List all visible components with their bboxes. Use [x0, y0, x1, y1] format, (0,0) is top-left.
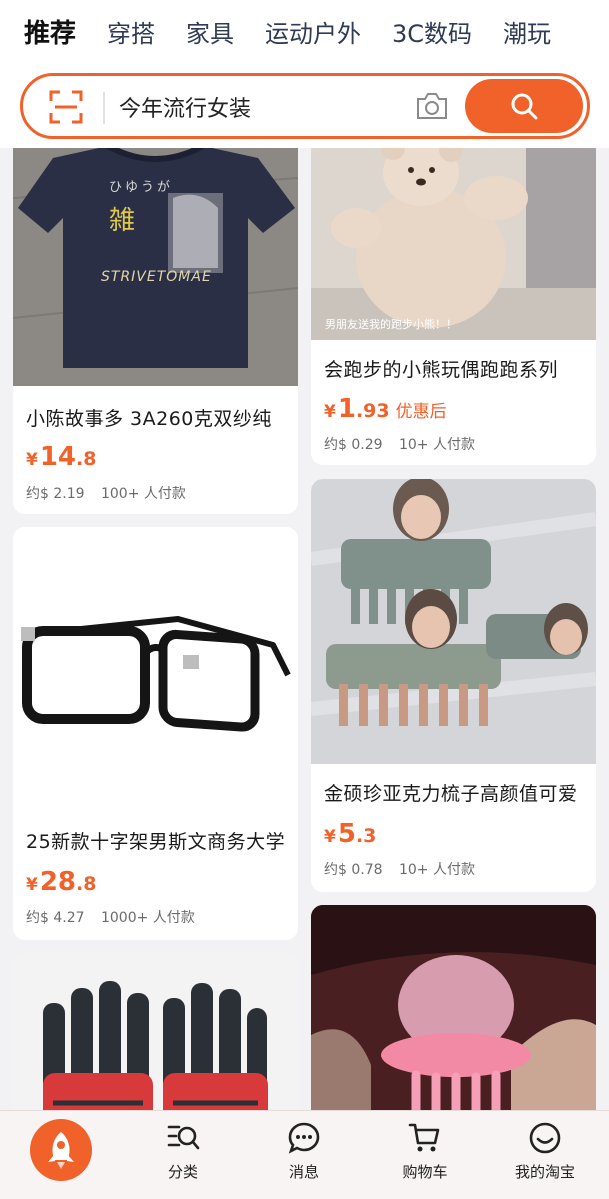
tshirt-print-kanji: 雑: [109, 206, 136, 236]
product-meta: 约$ 0.78 10+ 人付款: [324, 859, 475, 879]
product-title[interactable]: 金硕珍亚克力梳子高颜值可爱: [324, 779, 578, 806]
search-bar: [20, 73, 590, 139]
image-caption: 男朋友送我的跑步小熊！！: [325, 318, 457, 331]
product-card[interactable]: ひゆうが 雑 STRIVETOMAE 小陈故事多 3A260克双纱纯 ¥ 14 …: [13, 138, 298, 514]
price-integer: 5: [337, 819, 356, 849]
category-search-icon: [167, 1125, 200, 1150]
product-image-glasses[interactable]: [13, 527, 298, 812]
product-meta: 约$ 2.19 100+ 人付款: [26, 483, 186, 503]
tab-sports-outdoor[interactable]: 运动户外: [265, 14, 361, 49]
nav-category[interactable]: 分类: [138, 1121, 228, 1182]
price-symbol: ¥: [324, 402, 336, 422]
tab-3c-digital[interactable]: 3C数码: [392, 14, 472, 49]
price-decimal: .8: [76, 873, 97, 895]
nav-label: 购物车: [402, 1163, 448, 1181]
search-input[interactable]: [119, 86, 389, 128]
buyer-count: 1000+ 人付款: [100, 910, 195, 926]
product-price: ¥ 1 .93 优惠后: [324, 394, 447, 424]
buyer-count: 10+ 人付款: [398, 437, 475, 453]
nav-label: 消息: [288, 1163, 319, 1181]
smile-icon: [529, 1122, 561, 1154]
product-card[interactable]: 男朋友送我的跑步小熊！！ 会跑步的小熊玩偶跑跑系列 ¥ 1 .93 优惠后 约$…: [311, 138, 596, 465]
tab-furniture[interactable]: 家具: [186, 14, 234, 49]
product-title[interactable]: 会跑步的小熊玩偶跑跑系列: [324, 355, 558, 382]
search-button[interactable]: [465, 79, 583, 133]
tab-recommend[interactable]: 推荐: [24, 13, 76, 50]
price-integer: 1: [337, 394, 356, 424]
cart-icon: [408, 1123, 440, 1152]
search-icon: [511, 93, 538, 120]
price-decimal: .8: [76, 448, 97, 470]
price-decimal: .3: [355, 825, 377, 847]
product-title[interactable]: 25新款十字架男斯文商务大学: [26, 827, 285, 854]
product-image-bear[interactable]: 男朋友送我的跑步小熊！！: [311, 138, 596, 340]
product-meta: 约$ 0.29 10+ 人付款: [324, 434, 475, 454]
search-divider: [103, 92, 105, 124]
product-price: ¥ 14 .8: [26, 442, 96, 472]
product-title[interactable]: 小陈故事多 3A260克双纱纯: [26, 404, 272, 431]
nav-messages[interactable]: 消息: [259, 1121, 349, 1182]
product-price: ¥ 28 .8: [26, 867, 96, 897]
buyer-count: 100+ 人付款: [100, 486, 186, 502]
category-tabs: 推荐 穿搭 家具 运动户外 3C数码 潮玩: [24, 10, 582, 52]
price-decimal: .93: [355, 400, 390, 422]
product-card[interactable]: 金硕珍亚克力梳子高颜值可爱 ¥ 5 .3 约$ 0.78 10+ 人付款: [311, 479, 596, 892]
nav-cart[interactable]: 购物车: [380, 1121, 470, 1182]
product-card[interactable]: 25新款十字架男斯文商务大学 ¥ 28 .8 约$ 4.27 1000+ 人付款: [13, 527, 298, 940]
nav-my-taobao[interactable]: 我的淘宝: [500, 1121, 590, 1182]
product-image-comb[interactable]: [311, 479, 596, 764]
tab-trendy-toys[interactable]: 潮玩: [503, 14, 551, 49]
nav-label: 我的淘宝: [514, 1163, 575, 1181]
discount-tag: 优惠后: [395, 402, 447, 422]
home-tab[interactable]: [30, 1119, 92, 1181]
product-meta: 约$ 4.27 1000+ 人付款: [26, 907, 195, 927]
product-price: ¥ 5 .3: [324, 819, 376, 849]
scan-icon[interactable]: [49, 90, 83, 124]
product-image-tshirt[interactable]: ひゆうが 雑 STRIVETOMAE: [13, 138, 298, 386]
approx-usd: 约$ 4.27: [26, 910, 85, 926]
approx-usd: 约$ 0.29: [324, 437, 383, 453]
price-symbol: ¥: [324, 827, 336, 847]
price-integer: 14: [39, 442, 77, 472]
price-symbol: ¥: [26, 450, 38, 470]
buyer-count: 10+ 人付款: [398, 862, 475, 878]
tab-outfit[interactable]: 穿搭: [107, 14, 155, 49]
price-integer: 28: [39, 867, 77, 897]
rocket-icon: [48, 1132, 74, 1169]
message-icon: [288, 1122, 320, 1154]
top-header: 推荐 穿搭 家具 运动户外 3C数码 潮玩: [0, 0, 609, 148]
camera-icon[interactable]: [415, 91, 449, 121]
approx-usd: 约$ 2.19: [26, 486, 85, 502]
tshirt-print-brand: STRIVETOMAE: [101, 269, 212, 285]
tshirt-print-kana: ひゆうが: [109, 180, 174, 195]
price-symbol: ¥: [26, 875, 38, 895]
bottom-navigation: 分类 消息 购物车 我的淘宝: [0, 1110, 609, 1199]
nav-label: 分类: [167, 1163, 198, 1181]
approx-usd: 约$ 0.78: [324, 862, 383, 878]
